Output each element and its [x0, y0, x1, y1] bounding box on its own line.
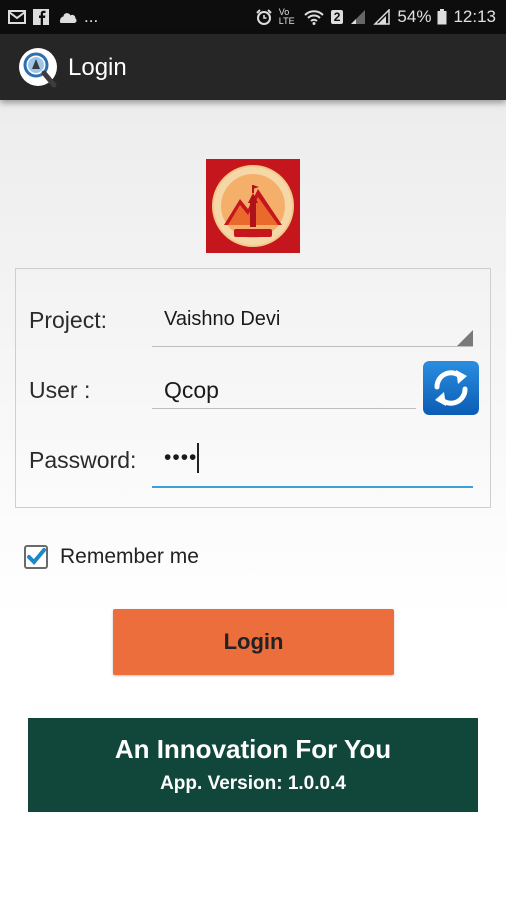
cloud-icon — [59, 13, 77, 23]
volte-indicator: Vo LTE — [278, 7, 295, 26]
project-label: Project: — [29, 307, 107, 333]
signal-weak-icon — [351, 10, 366, 24]
status-bar-system: Vo LTE 2 54% 12:13 — [255, 7, 496, 27]
clock: 12:13 — [453, 7, 496, 26]
wifi-icon — [304, 10, 324, 25]
footer-banner: An Innovation For You App. Version: 1.0.… — [28, 718, 478, 812]
password-field[interactable]: •••• — [164, 446, 197, 470]
sim-slot-badge: 2 — [330, 10, 344, 24]
user-label: User : — [29, 377, 91, 403]
user-field-underline[interactable] — [152, 408, 416, 409]
password-field-underline[interactable] — [152, 486, 473, 488]
password-label: Password: — [29, 447, 137, 473]
refresh-button[interactable] — [423, 361, 479, 415]
user-field[interactable]: Qcop — [164, 377, 219, 404]
status-bar: ... Vo LTE 2 54% 12:13 — [0, 0, 506, 34]
project-spinner-value[interactable]: Vaishno Devi — [164, 308, 280, 331]
app-version: App. Version: 1.0.0.4 — [160, 773, 346, 794]
facebook-icon — [33, 9, 49, 25]
signal-icon — [373, 9, 391, 25]
remember-me-label[interactable]: Remember me — [60, 545, 199, 569]
battery-icon — [437, 9, 447, 25]
login-button[interactable]: Login — [113, 609, 394, 675]
project-spinner-underline[interactable] — [152, 346, 473, 347]
app-bar-title: Login — [68, 54, 127, 81]
remember-me-row[interactable]: Remember me — [24, 545, 199, 569]
more-notifications: ... — [84, 7, 99, 26]
shrine-board-logo — [206, 159, 300, 253]
text-cursor — [197, 443, 199, 473]
email-icon — [8, 10, 26, 24]
dropdown-arrow-icon[interactable] — [457, 330, 473, 346]
app-bar: Login — [0, 34, 506, 100]
battery-percent: 54% — [397, 7, 432, 26]
app-logo-icon — [19, 48, 57, 88]
alarm-icon — [256, 9, 272, 25]
remember-me-checkbox[interactable] — [24, 545, 48, 569]
status-bar-notifications: ... — [8, 7, 98, 27]
footer-tagline: An Innovation For You — [114, 734, 392, 764]
